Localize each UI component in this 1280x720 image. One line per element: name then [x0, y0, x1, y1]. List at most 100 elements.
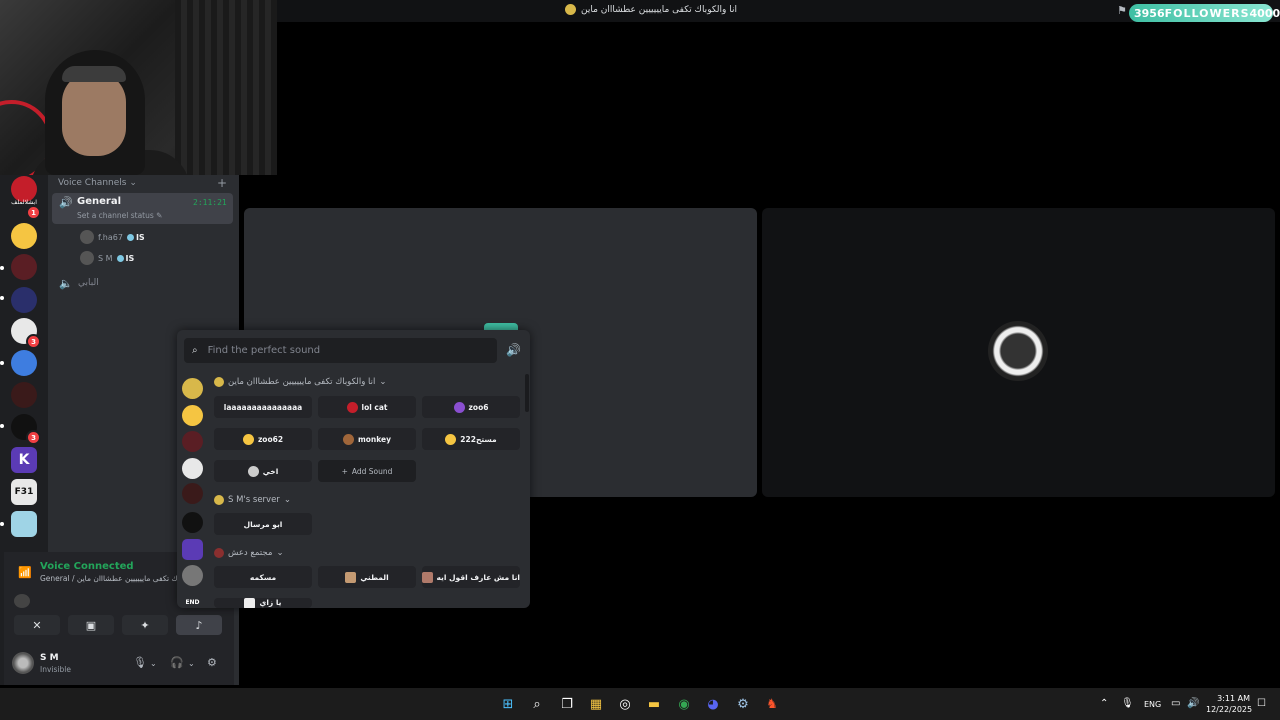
soundboard-server-icon[interactable]: [182, 405, 203, 426]
server-badge: 3: [26, 334, 41, 349]
user-name: S M: [40, 653, 59, 663]
soundboard-server-icon[interactable]: [182, 539, 203, 560]
chevron-down-icon: ⌄: [379, 377, 387, 387]
notification-icon[interactable]: ☐: [1257, 698, 1266, 709]
chevron-down-icon[interactable]: ⌄: [150, 659, 157, 668]
soundboard-server-icon[interactable]: [182, 378, 203, 399]
stream-title-text: انا والكوباك تكفى مايييييين عطشااان ماين: [581, 4, 738, 15]
soundboard-search[interactable]: ⌕: [184, 338, 497, 363]
windows-start-icon[interactable]: ⊞: [497, 693, 519, 715]
microphone-icon[interactable]: 🎙: [1121, 698, 1134, 709]
store-icon[interactable]: ▦: [585, 693, 607, 715]
soundboard-group-header[interactable]: S M's server ⌄: [214, 495, 291, 505]
voice-member[interactable]: S M IS: [80, 251, 134, 265]
sound-button[interactable]: المطني: [318, 566, 416, 588]
server-icon-demon[interactable]: [11, 254, 37, 280]
brave-icon[interactable]: ♞: [761, 693, 783, 715]
sound-emoji-icon: [247, 465, 259, 477]
tag-icon: [116, 254, 124, 262]
search-icon[interactable]: ⌕: [526, 693, 548, 715]
signal-icon[interactable]: 📶: [18, 566, 32, 579]
sound-emoji-icon: [422, 571, 433, 583]
volume-icon[interactable]: 🔊: [506, 343, 521, 357]
sound-button[interactable]: lol cat: [318, 396, 416, 418]
channel-other[interactable]: البابي: [78, 278, 99, 288]
scrollbar[interactable]: [525, 374, 529, 412]
network-icon[interactable]: ▭: [1171, 698, 1180, 709]
add-channel-icon[interactable]: +: [217, 176, 227, 190]
sound-emoji-icon: [346, 401, 358, 413]
soundboard-button[interactable]: ♪: [176, 615, 222, 635]
server-icon-f31[interactable]: F31: [11, 479, 37, 505]
soundboard-server-label[interactable]: END: [182, 592, 203, 613]
discord-icon[interactable]: ◕: [702, 693, 724, 715]
server-icon-emoji[interactable]: [11, 223, 37, 249]
app-icon[interactable]: ◎: [614, 693, 636, 715]
sound-emoji-icon: [345, 571, 357, 583]
server-icon-blue[interactable]: [11, 350, 37, 376]
flag-icon: ⚑: [1117, 4, 1127, 17]
headphones-icon[interactable]: 🎧: [170, 656, 184, 669]
volume-icon[interactable]: 🔊: [1187, 698, 1199, 709]
sound-button[interactable]: يا زاي: [214, 598, 312, 608]
tag-icon: [126, 233, 134, 241]
server-emoji-icon: [565, 4, 576, 15]
avatar[interactable]: [12, 652, 34, 674]
steam-icon[interactable]: ⚙: [732, 693, 754, 715]
server-icon-k[interactable]: K: [11, 447, 37, 473]
sound-emoji-icon: [244, 598, 256, 608]
webcam-overlay: [0, 0, 277, 175]
server-emoji-icon: [214, 548, 224, 558]
soundboard-server-icon[interactable]: [182, 431, 203, 452]
camera-off-button[interactable]: ✕: [14, 615, 60, 635]
server-emoji-icon: [214, 495, 224, 505]
soundboard-server-icon[interactable]: [182, 512, 203, 533]
sound-button[interactable]: monkey: [318, 428, 416, 450]
sound-button[interactable]: اخي: [214, 460, 312, 482]
system-clock[interactable]: 3:11 AM 12/22/2025: [1206, 693, 1253, 715]
server-icon-dark[interactable]: [11, 382, 37, 408]
clock-date: 12/22/2025: [1206, 705, 1253, 714]
language-indicator[interactable]: ENG: [1144, 700, 1161, 709]
server-icon-avatar[interactable]: [11, 511, 37, 537]
member-tag: IS: [126, 233, 145, 242]
channel-general-name: General: [77, 196, 121, 207]
sound-button[interactable]: zoo62: [214, 428, 312, 450]
voice-channels-header[interactable]: Voice Channels ⌄: [58, 178, 137, 188]
gear-icon[interactable]: ⚙: [207, 656, 217, 669]
soundboard-server-icon[interactable]: [182, 483, 203, 504]
avatar: [988, 321, 1048, 381]
soundboard-group-header[interactable]: انا والكوباك تكفى مايييييين عطشااان ماين…: [214, 377, 386, 387]
voice-member[interactable]: f.ha67 IS: [80, 230, 145, 244]
channel-status[interactable]: Set a channel status ✎: [77, 211, 162, 220]
sound-emoji-icon: [242, 433, 254, 445]
sound-button[interactable]: zoo6: [422, 396, 520, 418]
soundboard-server-icon[interactable]: [182, 458, 203, 479]
microphone-icon[interactable]: 🎙: [133, 656, 147, 669]
chrome-icon[interactable]: ◉: [673, 693, 695, 715]
sound-button[interactable]: laaaaaaaaaaaaaaa: [214, 396, 312, 418]
sound-emoji-icon: [342, 433, 354, 445]
sound-button[interactable]: مسكمه: [214, 566, 312, 588]
add-sound-button[interactable]: + Add Sound: [318, 460, 416, 482]
soundboard-group-header[interactable]: مجتمع دعش ⌄: [214, 548, 284, 558]
member-tag: IS: [116, 254, 134, 263]
followers-label: FOLLOWERS: [1164, 6, 1250, 20]
search-input[interactable]: [205, 344, 480, 357]
voice-connected-title: Voice Connected: [40, 561, 134, 572]
sound-button[interactable]: مستح222: [422, 428, 520, 450]
soundboard-server-icon[interactable]: [182, 565, 203, 586]
chevron-up-icon[interactable]: ⌃: [1100, 698, 1108, 709]
sound-button[interactable]: انا مش عارف اقول ايه: [422, 566, 520, 588]
screen-share-button[interactable]: ▣: [68, 615, 114, 635]
task-view-icon[interactable]: ❐: [556, 693, 578, 715]
followers-goal-bar: 3956 FOLLOWERS 4000: [1129, 4, 1280, 22]
server-icon-anime[interactable]: [11, 287, 37, 313]
file-explorer-icon[interactable]: ▬: [643, 693, 665, 715]
chevron-down-icon[interactable]: ⌄: [188, 659, 195, 668]
chevron-down-icon: ⌄: [283, 495, 291, 505]
followers-count: 3956: [1134, 6, 1165, 20]
activities-button[interactable]: ✦: [122, 615, 168, 635]
channel-timer: 2:11:21: [193, 198, 227, 207]
sound-button[interactable]: ابو مرسال: [214, 513, 312, 535]
